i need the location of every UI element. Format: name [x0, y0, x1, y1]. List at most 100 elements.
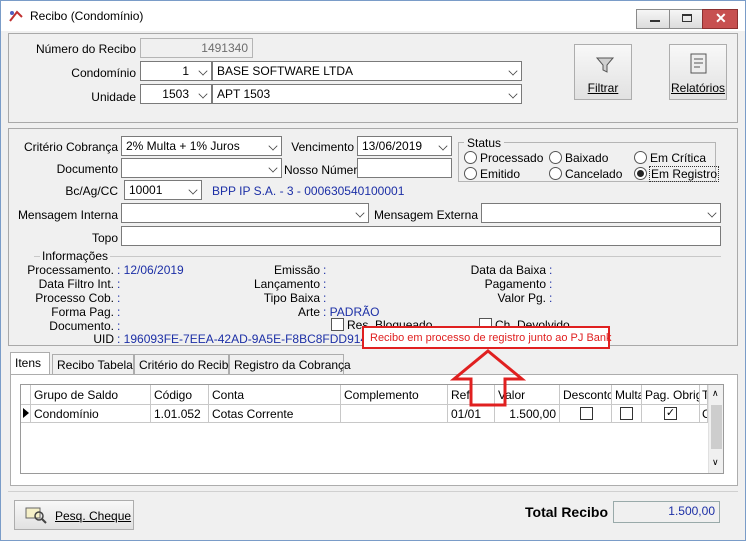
unidade-code-field[interactable]: 1503	[140, 84, 212, 104]
valor-pg-value: :	[549, 291, 553, 305]
pag-obrig-checkbox[interactable]: ✓	[664, 407, 677, 420]
forma-pag-label: Forma Pag.	[51, 305, 114, 319]
radio-baixado[interactable]	[549, 151, 562, 164]
grid-header: Conta	[209, 385, 341, 405]
row-indicator	[21, 405, 31, 423]
annotation-box: Recibo em processo de registro junto ao …	[362, 326, 612, 349]
window-title: Recibo (Condomínio)	[30, 9, 144, 23]
grid-header: Grupo de Saldo	[31, 385, 151, 405]
grid-cell[interactable]: 01/01	[448, 405, 495, 423]
nosso-numero-label: Nosso Número	[284, 163, 365, 177]
filtrar-button[interactable]: Filtrar	[574, 44, 632, 100]
bc-value: 10001	[129, 183, 163, 197]
unidade-name: APT 1503	[217, 87, 271, 101]
criterio-select[interactable]: 2% Multa + 1% Juros	[121, 136, 282, 156]
grid-cell-desconto[interactable]	[560, 405, 612, 423]
desconto-checkbox[interactable]	[580, 407, 593, 420]
bc-description: BPP IP S.A. - 3 - 000630540100001	[212, 184, 405, 198]
documento-info-value: :	[117, 319, 121, 333]
msg-interna-label: Mensagem Interna	[17, 208, 118, 222]
res-bloqueado-checkbox[interactable]	[331, 318, 344, 331]
chevron-down-icon	[198, 66, 208, 76]
vencimento-label: Vencimento	[291, 140, 354, 154]
arte-label: Arte	[297, 305, 320, 319]
msg-interna-select[interactable]	[121, 203, 369, 223]
grid-cell[interactable]: 1.01.052	[151, 405, 209, 423]
grid-cell[interactable]	[341, 405, 448, 423]
topo-field[interactable]	[121, 226, 721, 246]
minimize-button[interactable]	[636, 9, 672, 29]
radio-emitido-label: Emitido	[480, 167, 521, 181]
radio-cancelado-label: Cancelado	[565, 167, 623, 181]
magnifier-icon	[25, 507, 47, 524]
radio-cancelado[interactable]	[549, 167, 562, 180]
grid-header: Multa	[612, 385, 642, 405]
grid-header: Pag. Obrig.	[642, 385, 700, 405]
maximize-icon	[682, 14, 692, 22]
tab-registro-cobranca[interactable]: Registro da Cobrança	[229, 354, 351, 374]
bc-select[interactable]: 10001	[124, 180, 202, 200]
grid-cell-multa[interactable]	[612, 405, 642, 423]
data-filtro-label: Data Filtro Int.	[38, 277, 114, 291]
scroll-up-icon[interactable]: ∧	[712, 388, 719, 399]
chevron-down-icon	[268, 141, 278, 151]
forma-pag-value: :	[117, 305, 121, 319]
maximize-button[interactable]	[669, 9, 703, 29]
radio-emitido[interactable]	[464, 167, 477, 180]
documento-label: Documento	[56, 162, 118, 176]
radio-em-registro[interactable]	[634, 167, 647, 180]
chevron-down-icon	[188, 185, 198, 195]
relatorios-button[interactable]: Relatórios	[669, 44, 727, 100]
chevron-down-icon	[198, 89, 208, 99]
condominio-name-field[interactable]: BASE SOFTWARE LTDA	[212, 61, 522, 81]
grid-cell[interactable]: C	[700, 405, 708, 423]
vencimento-field[interactable]: 13/06/2019	[357, 136, 452, 156]
status-title: Status	[464, 136, 505, 150]
lancamento-label: Lançamento	[253, 277, 320, 291]
tab-itens[interactable]: Itens	[10, 352, 50, 375]
tipo-baixa-label: Tipo Baixa	[263, 291, 320, 305]
grid-header: Código	[151, 385, 209, 405]
scroll-thumb[interactable]	[711, 405, 722, 449]
documento-select[interactable]	[121, 158, 282, 178]
filtrar-label: Filtrar	[587, 81, 619, 95]
emissao-value: :	[323, 263, 327, 277]
emissao-label: Emissão	[273, 263, 320, 277]
nosso-numero-field[interactable]	[357, 158, 452, 178]
radio-em-registro-label: Em Registro	[649, 166, 720, 182]
tab-recibo-tabela[interactable]: Recibo Tabela	[52, 354, 134, 374]
row-pointer-icon	[23, 408, 29, 418]
grid-cell[interactable]: 1.500,00	[495, 405, 560, 423]
criterio-value: 2% Multa + 1% Juros	[126, 139, 240, 153]
scroll-down-icon[interactable]: ∨	[712, 457, 719, 468]
pesq-cheque-button[interactable]: Pesq. Cheque	[14, 500, 134, 530]
chevron-down-icon	[508, 89, 518, 99]
arte-value: : PADRÃO	[323, 305, 380, 319]
unidade-code: 1503	[162, 87, 189, 101]
grid-header: Complemento	[341, 385, 448, 405]
unidade-name-field[interactable]: APT 1503	[212, 84, 522, 104]
numero-label: Número do Recibo	[35, 42, 136, 56]
total-value: 1.500,00	[613, 501, 720, 523]
multa-checkbox[interactable]	[620, 407, 633, 420]
uid-value: : 196093FE-7EEA-42AD-9A5E-F8BC8FDD9144	[117, 332, 374, 346]
grid-cell[interactable]: Cotas Corrente	[209, 405, 341, 423]
pesq-cheque-label: Pesq. Cheque	[55, 509, 132, 523]
criterio-label: Critério Cobrança	[23, 140, 118, 154]
uid-label: UID	[93, 332, 114, 346]
processo-cob-label: Processo Cob.	[35, 291, 114, 305]
close-button[interactable]: ✕	[702, 9, 738, 29]
condominio-name: BASE SOFTWARE LTDA	[217, 64, 354, 78]
tab-criterio-recibo[interactable]: Critério do Recibo	[134, 354, 235, 374]
radio-processado[interactable]	[464, 151, 477, 164]
lancamento-value: :	[323, 277, 327, 291]
msg-externa-select[interactable]	[481, 203, 721, 223]
topo-label: Topo	[91, 231, 118, 245]
grid-cell[interactable]: Condomínio	[31, 405, 151, 423]
grid-scrollbar[interactable]: ∧ ∨	[708, 385, 723, 473]
processamento-label: Processamento.	[27, 263, 114, 277]
grid-cell-pag-obrig[interactable]: ✓	[642, 405, 700, 423]
total-label: Total Recibo	[525, 504, 608, 520]
condominio-code-field[interactable]: 1	[140, 61, 212, 81]
radio-em-critica[interactable]	[634, 151, 647, 164]
